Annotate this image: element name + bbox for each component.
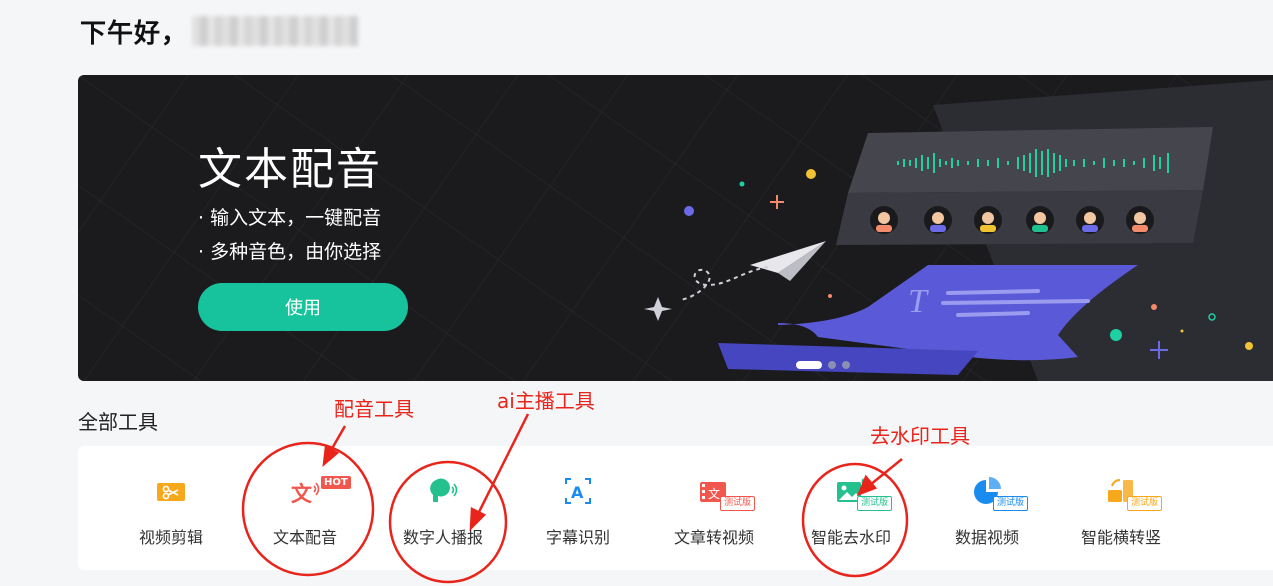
tool-label: 数字人播报 — [402, 528, 483, 547]
text-voice-icon: 文 — [291, 482, 320, 506]
tool-label: 字幕识别 — [545, 528, 610, 547]
tool-label: 数据视频 — [954, 528, 1019, 547]
tool-label: 文章转视频 — [673, 528, 754, 547]
carousel-dot[interactable] — [828, 361, 836, 369]
use-button[interactable]: 使用 — [198, 283, 408, 331]
tool-data-video[interactable]: 测试版 数据视频 — [917, 446, 1057, 570]
svg-text:文: 文 — [708, 486, 720, 501]
tool-label: 智能去水印 — [810, 528, 891, 547]
trial-badge: 测试版 — [857, 496, 893, 511]
annotation-ai-anchor: ai主播工具 — [497, 389, 595, 413]
greeting-text: 下午好， — [80, 18, 189, 49]
tool-article-to-video[interactable]: 文 测试版 文章转视频 — [644, 446, 784, 570]
trial-badge: 测试版 — [720, 496, 756, 511]
tool-watermark-remove[interactable]: 测试版 智能去水印 — [781, 446, 921, 570]
tool-label: 文本配音 — [272, 528, 337, 547]
scissors-icon — [157, 483, 185, 501]
tool-label: 智能横转竖 — [1080, 528, 1161, 547]
section-title: 全部工具 — [78, 410, 158, 434]
svg-text:A: A — [571, 483, 584, 502]
tool-subtitle-recognition[interactable]: A 字幕识别 — [508, 446, 648, 570]
trial-badge: 测试版 — [1127, 496, 1163, 511]
tool-text-dubbing[interactable]: 文 HOT 文本配音 — [235, 446, 375, 570]
banner-bullet: · 多种音色，由你选择 — [198, 241, 382, 263]
svg-text:文: 文 — [291, 482, 313, 506]
digital-human-icon — [430, 478, 458, 502]
hot-badge: HOT — [321, 476, 351, 489]
annotation-dubbing: 配音工具 — [334, 397, 414, 421]
tool-digital-human[interactable]: 数字人播报 — [373, 446, 513, 570]
subtitle-recognition-icon: A — [565, 478, 591, 504]
annotation-watermark: 去水印工具 — [870, 424, 970, 448]
tools-panel: 视频剪辑 文 HOT 文本配音 数字人播报 A 字幕识别 文 测试版 文章转视频 — [78, 446, 1273, 570]
tool-label: 视频剪辑 — [138, 528, 203, 547]
feature-banner[interactable]: T 文本配音 · 输入文本，一键配音 · 多种音色，由你选择 使用 — [78, 75, 1273, 381]
tool-landscape-to-portrait[interactable]: 测试版 智能横转竖 — [1051, 446, 1191, 570]
greeting: 下午好， — [80, 14, 359, 49]
carousel-indicator — [796, 361, 850, 369]
carousel-dot-active[interactable] — [796, 361, 822, 369]
svg-text:T: T — [908, 283, 929, 320]
banner-title: 文本配音 — [198, 144, 382, 195]
tool-video-edit[interactable]: 视频剪辑 — [101, 446, 241, 570]
banner-bullet: · 输入文本，一键配音 — [198, 207, 382, 229]
trial-badge: 测试版 — [993, 496, 1029, 511]
carousel-dot[interactable] — [842, 361, 850, 369]
blurred-username — [192, 16, 359, 46]
